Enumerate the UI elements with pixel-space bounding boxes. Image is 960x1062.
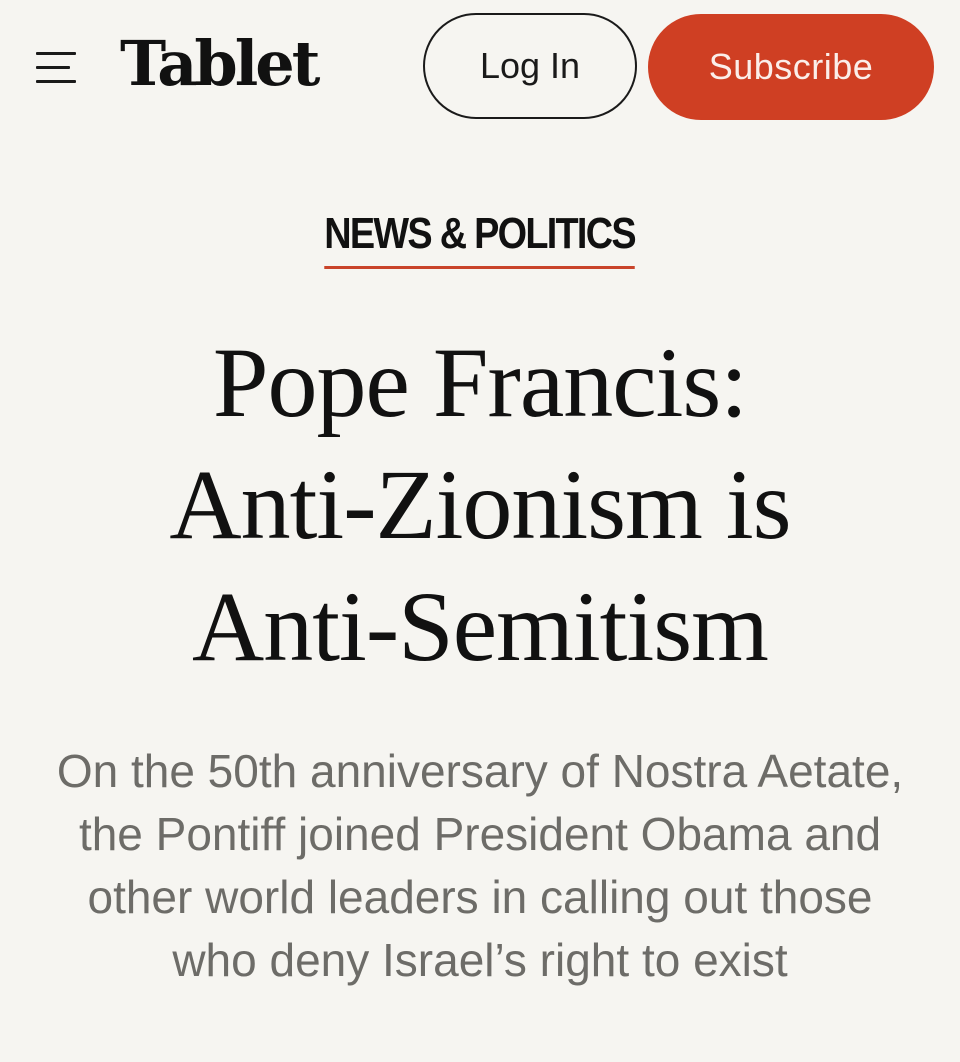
- site-header: Tablet Log In Subscribe: [0, 0, 960, 130]
- article-headline: Pope Francis: Anti-Zionism is Anti-Semit…: [0, 322, 960, 688]
- headline-line: Anti-Zionism is: [169, 449, 791, 560]
- headline-line: Pope Francis:: [212, 327, 748, 438]
- hamburger-menu-icon[interactable]: [36, 50, 76, 84]
- subscribe-button[interactable]: Subscribe: [648, 14, 934, 120]
- login-button[interactable]: Log In: [423, 13, 637, 119]
- category-link[interactable]: NEWS & POLITICS: [324, 204, 637, 269]
- category-section: NEWS & POLITICS: [0, 204, 960, 269]
- headline-line: Anti-Semitism: [192, 571, 769, 682]
- site-logo[interactable]: Tablet: [120, 24, 320, 104]
- article-dek: On the 50th anniversary of Nostra Aetate…: [56, 745, 904, 986]
